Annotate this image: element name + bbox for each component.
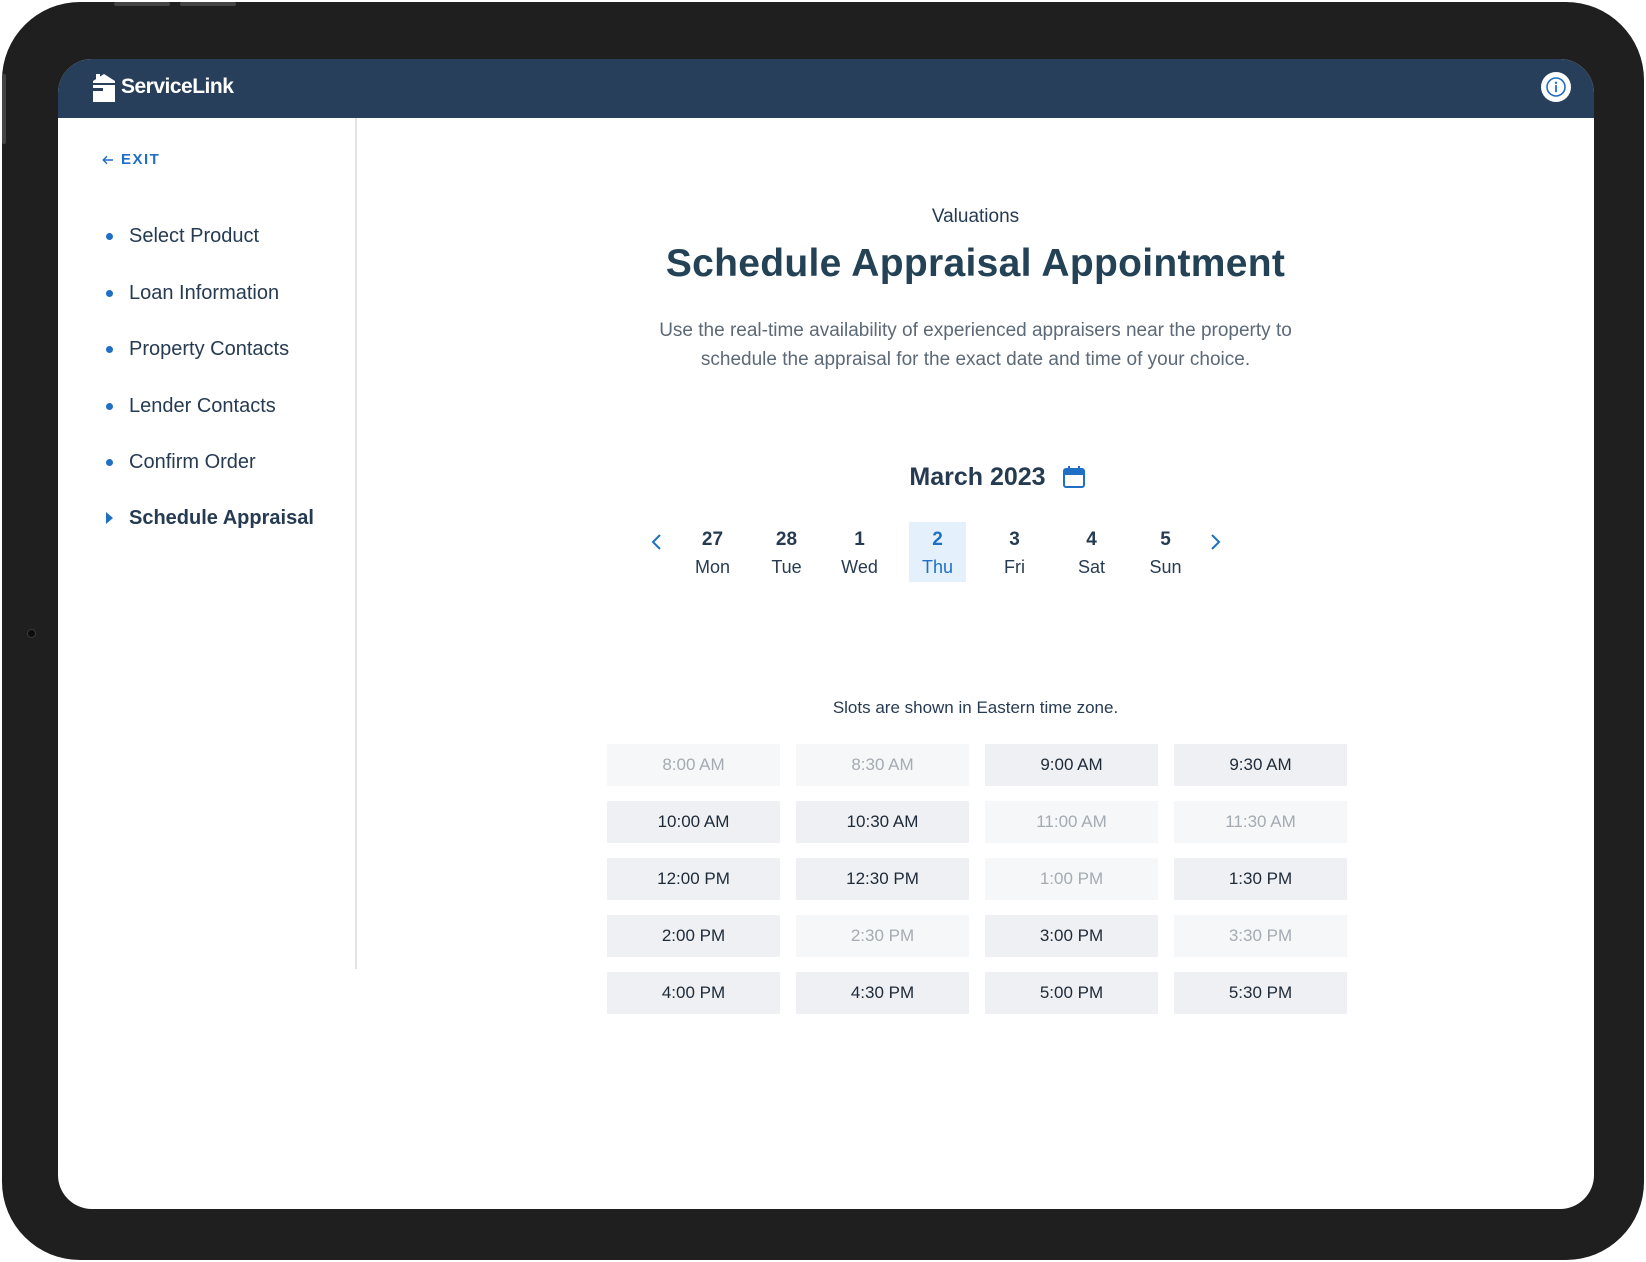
day-number: 5 <box>1160 529 1171 550</box>
time-slot-button[interactable]: 9:00 AM <box>985 744 1158 786</box>
day-weekday: Sun <box>1149 557 1182 577</box>
day-2-thu-selected[interactable]: 2 Thu <box>909 522 966 582</box>
exit-link[interactable]: EXIT <box>102 151 160 168</box>
day-4-sat[interactable]: 4 Sat <box>1063 522 1120 582</box>
volume-button <box>180 2 236 6</box>
sidebar-item-confirm-order[interactable]: Confirm Order <box>106 447 346 477</box>
page-description: Use the real-time availability of experi… <box>357 316 1594 374</box>
main-content: Valuations Schedule Appraisal Appointmen… <box>357 118 1594 1209</box>
sidebar-item-label: Schedule Appraisal <box>129 506 314 529</box>
time-slot-button[interactable]: 4:30 PM <box>796 972 969 1014</box>
sidebar-item-select-product[interactable]: Select Product <box>106 221 346 251</box>
month-label: March 2023 <box>909 462 1046 491</box>
time-slot-button[interactable]: 5:00 PM <box>985 972 1158 1014</box>
page-title: Schedule Appraisal Appointment <box>665 242 1286 285</box>
day-weekday: Thu <box>921 557 954 577</box>
chevron-left-icon[interactable] <box>647 529 667 555</box>
brand-name: ServiceLink <box>121 75 234 98</box>
time-slot-button: 11:30 AM <box>1174 801 1347 843</box>
time-slot-button[interactable]: 3:00 PM <box>985 915 1158 957</box>
time-slot-button[interactable]: 2:00 PM <box>607 915 780 957</box>
time-slot-button[interactable]: 4:00 PM <box>607 972 780 1014</box>
day-number: 28 <box>775 529 798 550</box>
sidebar-item-loan-information[interactable]: Loan Information <box>106 278 346 308</box>
time-slot-button: 8:00 AM <box>607 744 780 786</box>
chevron-right-icon[interactable] <box>1205 529 1225 555</box>
day-weekday: Wed <box>841 557 878 577</box>
sidebar-item-label: Confirm Order <box>129 450 256 473</box>
day-weekday: Mon <box>694 557 730 577</box>
day-number: 2 <box>932 529 943 550</box>
arrow-left-icon <box>102 155 113 164</box>
day-number: 1 <box>854 529 865 550</box>
time-slot-button[interactable]: 10:30 AM <box>796 801 969 843</box>
step-bullet <box>106 402 113 410</box>
time-slot-button: 11:00 AM <box>985 801 1158 843</box>
time-slot-button[interactable]: 5:30 PM <box>1174 972 1347 1014</box>
time-slot-grid: 8:00 AM 8:30 AM 9:00 AM 9:30 AM 10:00 AM… <box>607 744 1347 1014</box>
time-slot-button[interactable]: 12:00 PM <box>607 858 780 900</box>
time-slot-button[interactable]: 10:00 AM <box>607 801 780 843</box>
description-line: Use the real-time availability of experi… <box>659 320 1292 341</box>
day-number: 27 <box>701 529 724 550</box>
house-logo-icon <box>93 74 115 102</box>
sidebar-item-lender-contacts[interactable]: Lender Contacts <box>106 391 346 421</box>
day-5-sun[interactable]: 5 Sun <box>1137 522 1194 582</box>
exit-label: EXIT <box>121 151 161 168</box>
month-header: March 2023 <box>357 460 1594 494</box>
day-3-fri[interactable]: 3 Fri <box>986 522 1043 582</box>
step-bullet <box>106 289 113 297</box>
sidebar-item-label: Loan Information <box>129 281 280 304</box>
tablet-frame: ServiceLink EXIT Select Product Loan Inf… <box>2 2 1644 1260</box>
brand-logo[interactable]: ServiceLink <box>93 72 234 102</box>
day-number: 3 <box>1009 529 1020 550</box>
sidebar-item-label: Property Contacts <box>129 337 290 360</box>
time-slot-button[interactable]: 12:30 PM <box>796 858 969 900</box>
power-button <box>2 74 6 144</box>
description-line: schedule the appraisal for the exact dat… <box>700 349 1251 370</box>
step-bullet <box>106 232 113 240</box>
sidebar-item-label: Lender Contacts <box>129 394 276 417</box>
time-slot-button: 8:30 AM <box>796 744 969 786</box>
time-slot-button: 1:00 PM <box>985 858 1158 900</box>
day-27-mon[interactable]: 27 Mon <box>684 522 741 582</box>
timezone-note: Slots are shown in Eastern time zone. <box>832 698 1119 717</box>
sidebar-item-property-contacts[interactable]: Property Contacts <box>106 334 346 364</box>
camera <box>27 629 36 638</box>
time-slot-button: 3:30 PM <box>1174 915 1347 957</box>
info-button[interactable] <box>1541 72 1571 102</box>
info-icon <box>1546 77 1566 97</box>
day-28-tue[interactable]: 28 Tue <box>758 522 815 582</box>
day-number: 4 <box>1086 529 1097 550</box>
time-slot-button[interactable]: 9:30 AM <box>1174 744 1347 786</box>
day-weekday: Sat <box>1077 557 1106 577</box>
day-weekday: Fri <box>1004 557 1025 577</box>
active-step-marker-icon <box>106 512 113 524</box>
app-screen: ServiceLink EXIT Select Product Loan Inf… <box>58 59 1594 1209</box>
sidebar-item-label: Select Product <box>129 224 260 247</box>
step-bullet <box>106 345 113 353</box>
time-slot-button: 2:30 PM <box>796 915 969 957</box>
step-bullet <box>106 458 113 466</box>
top-bar: ServiceLink <box>58 59 1594 118</box>
day-weekday: Tue <box>771 557 802 577</box>
time-slot-button[interactable]: 1:30 PM <box>1174 858 1347 900</box>
volume-button <box>114 2 170 6</box>
sidebar: EXIT Select Product Loan Information Pro… <box>58 118 357 969</box>
day-1-wed[interactable]: 1 Wed <box>831 522 888 582</box>
calendar-icon[interactable] <box>1062 465 1086 489</box>
sidebar-item-schedule-appraisal[interactable]: Schedule Appraisal <box>106 503 346 533</box>
section-eyebrow: Valuations <box>931 206 1020 227</box>
